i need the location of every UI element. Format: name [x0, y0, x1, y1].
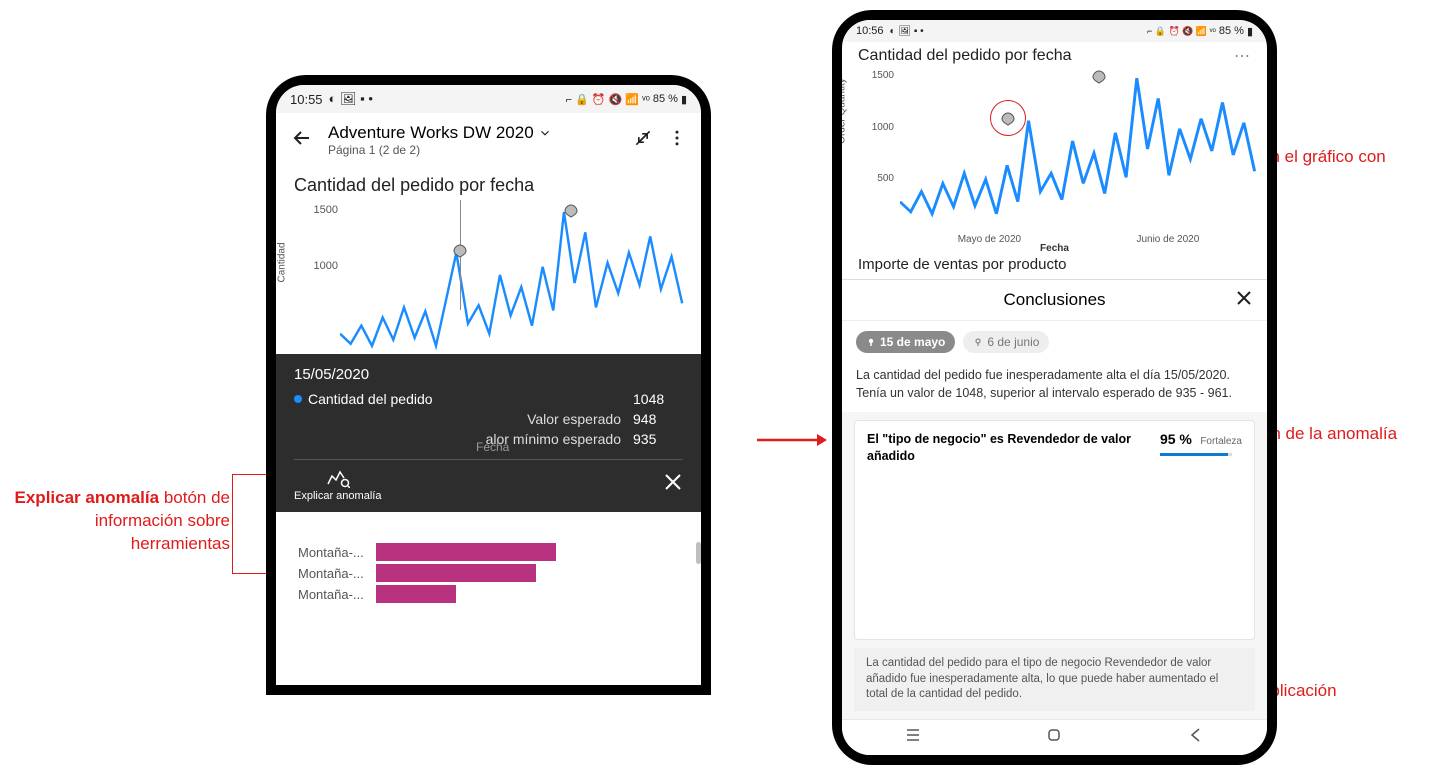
status-time: 10:55	[290, 92, 323, 107]
back-button[interactable]	[290, 126, 314, 155]
bar-row: Montaña-...	[298, 585, 683, 603]
bar-row: Montaña-...	[298, 564, 683, 582]
conclusions-title: Conclusiones	[1003, 290, 1105, 310]
bar	[376, 564, 536, 582]
anomaly-marker-icon[interactable]	[1092, 70, 1106, 84]
status-time: 10:56	[856, 25, 884, 37]
nav-recent-button[interactable]	[904, 726, 922, 749]
y-axis-ticks: 1500 1000	[306, 204, 338, 354]
phone-mockup-left: 10:55 ◐ 🖼 ▪ • ⌐ 🔒 ⏰ 🔇 📶 ᵛᵒ85 %▮ Adventur…	[266, 75, 711, 695]
page-subtitle: Página 1 (2 de 2)	[328, 143, 619, 157]
x-axis-ticks: Mayo de 2020 Junio de 2020	[900, 234, 1257, 245]
tooltip-date: 15/05/2020	[294, 366, 683, 383]
more-button[interactable]	[667, 128, 687, 153]
bar	[376, 543, 556, 561]
arrow-right-icon	[755, 430, 827, 450]
anomaly-highlight-circle	[990, 100, 1026, 136]
android-navbar	[842, 719, 1267, 755]
chart-plot-area	[900, 70, 1257, 227]
chip-date-active[interactable]: 15 de mayo	[856, 331, 955, 353]
close-button[interactable]	[1235, 289, 1253, 312]
conclusions-panel: Conclusiones 15 de mayo 6 de junio La ca…	[842, 279, 1267, 755]
series-color-dot	[294, 395, 302, 403]
y-axis-label: Order Quantity	[842, 78, 848, 144]
tooltip-label: Cantidad del pedido	[308, 391, 633, 407]
bar-row: Montaña-...	[298, 543, 683, 561]
chart-title: Cantidad del pedido por fecha ⋯	[842, 42, 1267, 68]
y-axis-label: Cantidad	[277, 242, 288, 282]
line-chart[interactable]: Order Quantity 1500 1000 500 Mayo de 202…	[870, 70, 1257, 245]
phone-mockup-right: 10:56 ◐ 🖼 ▪ • ⌐ 🔒 ⏰ 🔇 📶 ᵛᵒ 85 %▮ Cantida…	[832, 10, 1277, 765]
insight-strength-label: Fortaleza	[1200, 436, 1242, 447]
explain-anomaly-button[interactable]: Explicar anomalía	[294, 466, 381, 502]
anomaly-marker-icon[interactable]	[453, 244, 467, 258]
report-title[interactable]: Adventure Works DW 2020	[328, 123, 534, 143]
status-icons-right: ⌐ 🔒 ⏰ 🔇 📶 ᵛᵒ 85 %▮	[1147, 25, 1253, 38]
insight-percentage: 95 %	[1160, 431, 1192, 447]
tooltip: 15/05/2020 Cantidad del pedido 1048 Valo…	[276, 354, 701, 512]
bar-chart[interactable]: Montaña-... Montaña-... Montaña-...	[276, 536, 701, 606]
y-axis-ticks: 1500 1000 500	[866, 70, 894, 225]
bar	[376, 585, 456, 603]
title-bar: Adventure Works DW 2020 Página 1 (2 de 2…	[276, 113, 701, 167]
insight-text: El "tipo de negocio" es Revendedor de va…	[867, 431, 1150, 465]
tooltip-label: alor mínimo esperado	[294, 431, 633, 447]
expand-button[interactable]	[633, 128, 653, 153]
tooltip-close-button[interactable]	[663, 472, 683, 497]
strength-bar	[1160, 453, 1232, 456]
x-axis-label: Fecha	[476, 440, 509, 454]
status-bar: 10:55 ◐ 🖼 ▪ • ⌐ 🔒 ⏰ 🔇 📶 ᵛᵒ85 %▮	[276, 85, 701, 113]
tooltip-label: Valor esperado	[294, 411, 633, 427]
chart-title: Cantidad del pedido por fecha	[276, 167, 701, 200]
annotation-explain-button: Explicar anomalía botón de información s…	[5, 487, 230, 556]
date-chips: 15 de mayo 6 de junio	[842, 321, 1267, 363]
anomaly-marker-icon[interactable]	[564, 204, 578, 218]
tooltip-value: 935	[633, 431, 683, 447]
tooltip-value: 1048	[633, 391, 683, 407]
more-icon[interactable]: ⋯	[1234, 46, 1251, 66]
status-bar: 10:56 ◐ 🖼 ▪ • ⌐ 🔒 ⏰ 🔇 📶 ᵛᵒ 85 %▮	[842, 20, 1267, 42]
nav-home-button[interactable]	[1045, 726, 1063, 749]
tooltip-value: 948	[633, 411, 683, 427]
line-chart[interactable]: Cantidad 1500 1000	[310, 204, 689, 374]
chip-date-inactive[interactable]: 6 de junio	[963, 331, 1049, 353]
chart-plot-area	[340, 204, 689, 356]
anomaly-description: La cantidad del pedido fue inesperadamen…	[842, 363, 1267, 412]
scrollbar[interactable]	[696, 542, 701, 564]
chevron-down-icon[interactable]	[538, 126, 552, 140]
status-icons-right: ⌐ 🔒 ⏰ 🔇 📶 ᵛᵒ85 %▮	[566, 93, 687, 106]
bar-chart-title: Importe de ventas por producto	[842, 254, 1267, 275]
status-icons-left: ◐ 🖼 ▪ •	[329, 91, 373, 107]
insight-card[interactable]: El "tipo de negocio" es Revendedor de va…	[854, 420, 1255, 640]
status-icons-left: ◐ 🖼 ▪ •	[890, 26, 924, 37]
explanation-footer: La cantidad del pedido para el tipo de n…	[854, 648, 1255, 711]
nav-back-button[interactable]	[1187, 726, 1205, 749]
